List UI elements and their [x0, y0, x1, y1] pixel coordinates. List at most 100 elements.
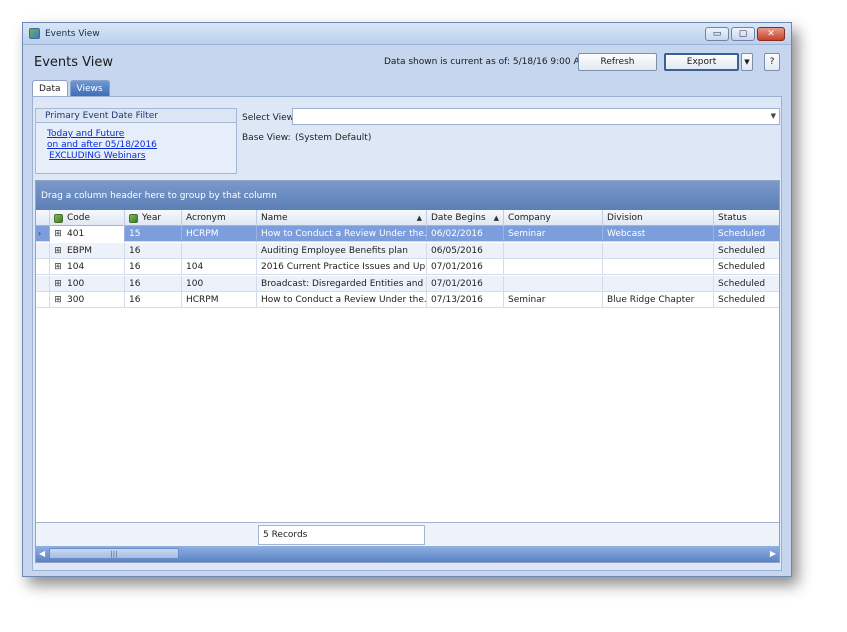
events-grid: Drag a column header here to group by th… [35, 180, 780, 563]
cell-division[interactable]: Webcast [603, 226, 714, 242]
export-button[interactable]: Export [664, 53, 739, 71]
cell-status[interactable]: Scheduled [714, 276, 781, 292]
cell-company[interactable] [504, 275, 603, 292]
row-indicator-cell [36, 292, 50, 308]
cell-acronym[interactable]: HCRPM [182, 292, 257, 308]
cell-year[interactable]: 16 [125, 242, 182, 259]
cell-division-text: Blue Ridge Chapter [607, 295, 695, 305]
cell-code[interactable]: ⊞ EBPM [50, 242, 125, 259]
cell-code-text: 401 [67, 229, 85, 239]
expand-row-icon[interactable]: ⊞ [54, 230, 62, 239]
refresh-button[interactable]: Refresh [578, 53, 657, 71]
group-by-area[interactable]: Drag a column header here to group by th… [36, 181, 779, 210]
cell-status-text: Scheduled [718, 278, 766, 289]
expand-row-icon[interactable]: ⊞ [54, 263, 62, 272]
page-title: Events View [34, 55, 113, 70]
cell-year-text: 16 [129, 295, 141, 305]
cell-acronym[interactable]: 104 [182, 259, 257, 275]
column-header-acronym[interactable]: Acronym [182, 210, 257, 226]
filter-line-1: Today and Future [47, 129, 125, 139]
cell-code[interactable]: ⊞ 401 [50, 226, 125, 242]
close-button[interactable]: ✕ [757, 27, 785, 41]
column-header-company[interactable]: Company [504, 210, 603, 226]
cell-company[interactable] [504, 259, 603, 275]
app-icon [29, 28, 40, 39]
cell-company[interactable] [504, 242, 603, 259]
cell-name[interactable]: Auditing Employee Benefits plan [257, 242, 427, 259]
cell-code[interactable]: ⊞ 100 [50, 275, 125, 292]
chevron-down-icon: ▼ [770, 112, 776, 120]
scroll-right-icon[interactable]: ▶ [770, 549, 776, 558]
select-view-dropdown[interactable]: ▼ [292, 108, 780, 125]
cell-company-text: Seminar [508, 229, 546, 239]
cell-code[interactable]: ⊞ 300 [50, 292, 125, 308]
cell-acronym[interactable] [182, 242, 257, 259]
cell-company[interactable]: Seminar [504, 292, 603, 308]
base-view-label: Base View: [242, 133, 291, 143]
cell-name[interactable]: How to Conduct a Review Under the... [257, 226, 427, 242]
cell-year[interactable]: 16 [125, 292, 182, 308]
cell-company[interactable]: Seminar [504, 226, 603, 242]
cell-year-text: 16 [129, 245, 141, 256]
window-controls: ▭ ▢ ✕ [705, 27, 785, 41]
maximize-button[interactable]: ▢ [731, 27, 755, 41]
filter-line-2: on and after 05/18/2016 [47, 140, 157, 150]
column-header-status[interactable]: Status [714, 210, 781, 226]
expand-row-icon[interactable]: ⊞ [54, 279, 62, 288]
tab-strip: Data Views [32, 80, 110, 96]
expand-row-icon[interactable]: ⊞ [54, 296, 62, 305]
tab-views[interactable]: Views [69, 80, 110, 96]
cell-name[interactable]: Broadcast: Disregarded Entities and ... [257, 275, 427, 292]
cell-date-begins-text: 07/01/2016 [431, 278, 483, 289]
cell-division[interactable]: Blue Ridge Chapter [603, 292, 714, 308]
scrollbar-thumb[interactable]: ||| [49, 548, 179, 559]
table-row[interactable]: ⊞ EBPM 16 Auditing Employee Benefits plan 06… [36, 242, 781, 259]
grid-footer: 5 Records [36, 522, 779, 546]
scroll-left-icon[interactable]: ◀ [39, 549, 45, 558]
cell-division[interactable] [603, 259, 714, 275]
column-header-division[interactable]: Division [603, 210, 714, 226]
table-row[interactable]: ⊞ 300 16 HCRPM How to Conduct a Review Under… [36, 292, 779, 308]
cell-status[interactable]: Scheduled [714, 226, 781, 242]
cell-status[interactable]: Scheduled [714, 243, 781, 259]
record-count: 5 Records [258, 525, 425, 545]
help-button[interactable]: ? [764, 53, 780, 71]
date-filter-link[interactable]: Today and Future on and after 05/18/2016… [36, 123, 236, 162]
base-view-value: (System Default) [295, 133, 372, 143]
expand-row-icon[interactable]: ⊞ [54, 246, 62, 255]
column-header-code[interactable]: Code [50, 210, 125, 226]
grid-header-row: Code Year Acronym Name ▲ Date Begins ▲ C… [36, 210, 779, 226]
cell-date-begins[interactable]: 07/13/2016 [427, 292, 504, 308]
cell-year[interactable]: 16 [125, 275, 182, 292]
cell-name[interactable]: 2016 Current Practice Issues and Up... [257, 259, 427, 275]
cell-acronym-text: 100 [186, 278, 204, 289]
table-row[interactable]: ⊞ 100 16 100 Broadcast: Disregarded Entities… [36, 275, 781, 292]
cell-code[interactable]: ⊞ 104 [50, 259, 125, 275]
cell-status[interactable]: Scheduled [714, 259, 781, 275]
minimize-button[interactable]: ▭ [705, 27, 729, 41]
tab-data[interactable]: Data [32, 80, 68, 96]
table-row[interactable]: ⊞ 104 16 104 2016 Current Practice Issues an… [36, 259, 779, 275]
cell-date-begins[interactable]: 07/01/2016 [427, 259, 504, 275]
cell-date-begins-text: 06/05/2016 [431, 245, 483, 256]
export-dropdown-button[interactable]: ▼ [741, 53, 753, 71]
cell-year[interactable]: 16 [125, 259, 182, 275]
cell-year[interactable]: 15 [125, 226, 182, 242]
cell-acronym[interactable]: HCRPM [182, 226, 257, 242]
filter-line-3: EXCLUDING Webinars [49, 151, 146, 161]
cell-year-text: 16 [129, 278, 141, 289]
cell-code-text: EBPM [67, 245, 93, 256]
column-header-year[interactable]: Year [125, 210, 182, 226]
cell-date-begins[interactable]: 07/01/2016 [427, 275, 504, 292]
column-header-date-begins[interactable]: Date Begins ▲ [427, 210, 504, 226]
cell-date-begins[interactable]: 06/02/2016 [427, 226, 504, 242]
column-header-name[interactable]: Name ▲ [257, 210, 427, 226]
cell-name[interactable]: How to Conduct a Review Under the... [257, 292, 427, 308]
cell-date-begins[interactable]: 06/05/2016 [427, 242, 504, 259]
horizontal-scrollbar[interactable]: ◀ ||| ▶ [36, 546, 779, 562]
cell-division[interactable] [603, 275, 714, 292]
cell-status[interactable]: Scheduled [714, 292, 781, 308]
cell-acronym[interactable]: 100 [182, 275, 257, 292]
table-row[interactable]: › ⊞ 401 15 HCRPM How to Conduct a Review Unde… [36, 226, 779, 242]
cell-division[interactable] [603, 242, 714, 259]
